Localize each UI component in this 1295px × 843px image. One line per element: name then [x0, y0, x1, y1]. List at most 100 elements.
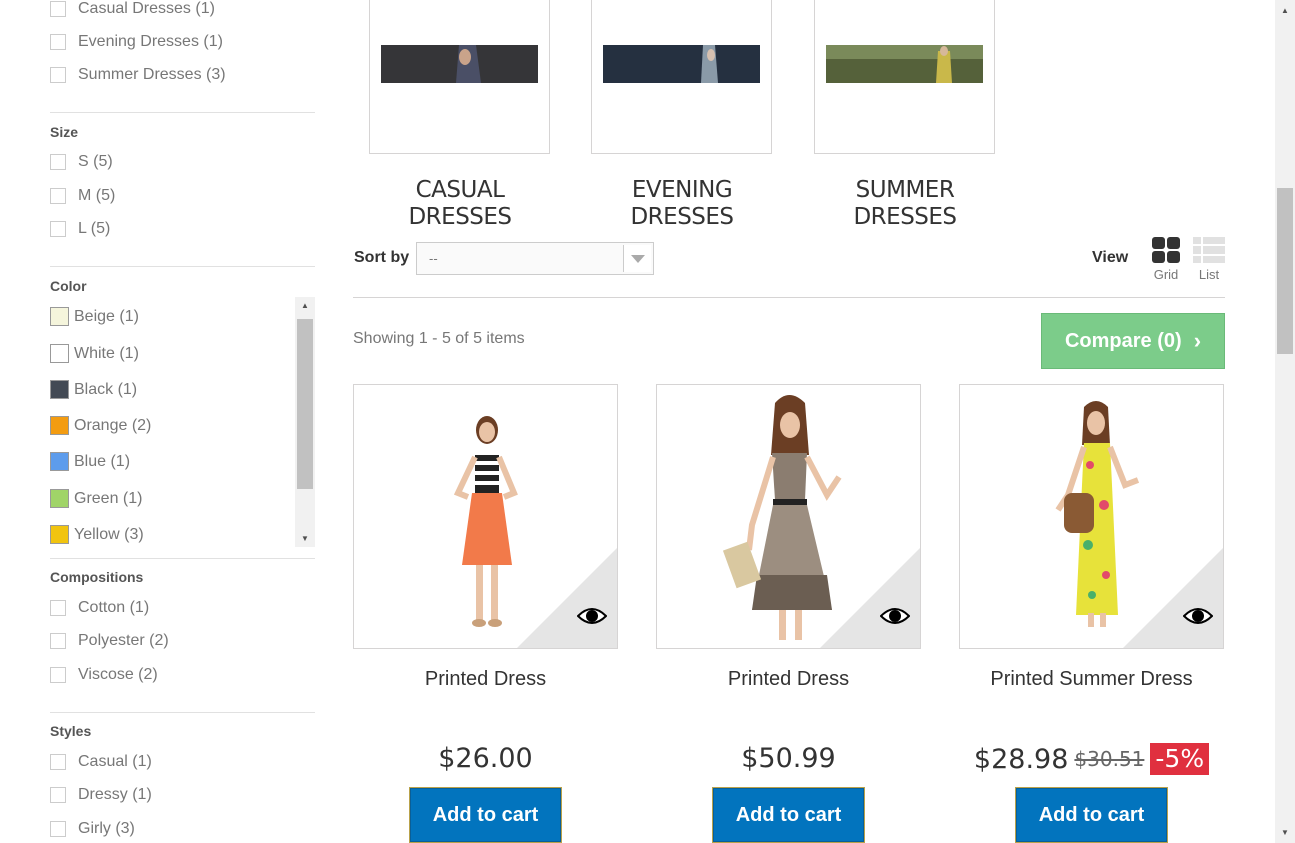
- filter-label: Evening Dresses (1): [78, 33, 223, 50]
- filter-label: White (1): [74, 344, 139, 362]
- eye-icon[interactable]: [880, 606, 910, 626]
- quick-view-corner[interactable]: [1123, 548, 1223, 648]
- filter-color-black[interactable]: Black (1): [50, 380, 137, 399]
- color-list-scrollbar[interactable]: ▲ ▼: [295, 297, 315, 547]
- filter-size-l[interactable]: L (5): [50, 220, 110, 238]
- checkbox[interactable]: [50, 154, 66, 170]
- checkbox[interactable]: [50, 667, 66, 683]
- filter-label: Black (1): [74, 380, 138, 398]
- filter-label: Green (1): [74, 489, 143, 507]
- checkbox[interactable]: [50, 1, 66, 17]
- product-image-3[interactable]: [959, 384, 1224, 649]
- add-to-cart-button-3[interactable]: Add to cart: [1015, 787, 1168, 843]
- color-swatch[interactable]: [50, 380, 69, 399]
- product-image-2[interactable]: [656, 384, 921, 649]
- filter-category-casual[interactable]: Casual Dresses (1): [50, 0, 215, 18]
- product-name-2[interactable]: Printed Dress: [656, 668, 921, 691]
- scrollbar-thumb[interactable]: [1277, 188, 1293, 354]
- scroll-down-arrow-icon[interactable]: ▼: [1275, 828, 1295, 837]
- color-swatch[interactable]: [50, 452, 69, 471]
- filter-composition-cotton[interactable]: Cotton (1): [50, 599, 149, 617]
- add-to-cart-button-1[interactable]: Add to cart: [409, 787, 562, 843]
- discount-badge: -5%: [1150, 743, 1210, 775]
- filter-size-m[interactable]: M (5): [50, 187, 115, 205]
- filter-color-white[interactable]: White (1): [50, 344, 139, 363]
- filter-color-blue[interactable]: Blue (1): [50, 452, 130, 471]
- add-to-cart-button-2[interactable]: Add to cart: [712, 787, 865, 843]
- subcategory-title-summer[interactable]: SUMMER DRESSES: [805, 177, 1005, 231]
- subcategory-title-line: SUMMER: [855, 177, 955, 203]
- subcategory-image-evening[interactable]: [591, 0, 772, 154]
- filter-category-summer[interactable]: Summer Dresses (3): [50, 66, 226, 84]
- view-list-label: List: [1198, 267, 1220, 282]
- color-swatch[interactable]: [50, 416, 69, 435]
- eye-icon[interactable]: [577, 606, 607, 626]
- subcategory-title-casual[interactable]: CASUAL DRESSES: [360, 177, 560, 231]
- color-swatch[interactable]: [50, 344, 69, 363]
- filter-composition-viscose[interactable]: Viscose (2): [50, 666, 158, 684]
- subcategory-image-summer[interactable]: [814, 0, 995, 154]
- checkbox[interactable]: [50, 754, 66, 770]
- product-name-1[interactable]: Printed Dress: [353, 668, 618, 691]
- page-scrollbar[interactable]: ▲ ▼: [1275, 0, 1295, 843]
- filter-label: Viscose (2): [78, 666, 158, 683]
- subcategory-title-line: CASUAL: [415, 177, 505, 203]
- color-swatch[interactable]: [50, 525, 69, 544]
- filter-label: Orange (2): [74, 416, 152, 434]
- scroll-up-arrow-icon[interactable]: ▲: [1275, 6, 1295, 15]
- checkbox[interactable]: [50, 67, 66, 83]
- sort-select[interactable]: --: [416, 242, 654, 275]
- filter-color-beige[interactable]: Beige (1): [50, 307, 139, 326]
- view-grid-button[interactable]: Grid: [1149, 237, 1183, 282]
- quick-view-corner[interactable]: [820, 548, 920, 648]
- product-image-1[interactable]: [353, 384, 618, 649]
- toolbar-divider: [353, 297, 1225, 298]
- view-list-button[interactable]: List: [1192, 237, 1226, 282]
- filter-color-green[interactable]: Green (1): [50, 489, 142, 508]
- filter-category-evening[interactable]: Evening Dresses (1): [50, 33, 223, 51]
- checkbox[interactable]: [50, 221, 66, 237]
- subcategory-title-evening[interactable]: EVENING DRESSES: [582, 177, 782, 231]
- filter-style-dressy[interactable]: Dressy (1): [50, 786, 152, 804]
- view-grid-label: Grid: [1153, 267, 1179, 282]
- chevron-right-icon: ›: [1193, 328, 1202, 353]
- grid-view-icon: [1152, 237, 1180, 263]
- color-swatch[interactable]: [50, 307, 69, 326]
- checkbox[interactable]: [50, 188, 66, 204]
- product-old-price: $30.51: [1074, 747, 1145, 771]
- compare-button[interactable]: Compare (0) ›: [1041, 313, 1225, 369]
- filter-size-s[interactable]: S (5): [50, 153, 113, 171]
- product-name-3[interactable]: Printed Summer Dress: [959, 668, 1224, 691]
- compositions-filter-title: Compositions: [50, 569, 144, 585]
- filter-composition-polyester[interactable]: Polyester (2): [50, 632, 169, 650]
- eye-icon[interactable]: [1183, 606, 1213, 626]
- list-view-icon: [1193, 237, 1225, 263]
- filter-color-yellow[interactable]: Yellow (3): [50, 525, 144, 544]
- color-filter-title: Color: [50, 278, 87, 294]
- scroll-down-arrow-icon[interactable]: ▼: [295, 534, 315, 543]
- checkbox[interactable]: [50, 787, 66, 803]
- filter-style-girly[interactable]: Girly (3): [50, 820, 135, 838]
- color-swatch[interactable]: [50, 489, 69, 508]
- filter-color-orange[interactable]: Orange (2): [50, 416, 151, 435]
- size-filter-title: Size: [50, 124, 79, 140]
- filter-style-casual[interactable]: Casual (1): [50, 753, 152, 771]
- scrollbar-thumb[interactable]: [297, 319, 313, 489]
- checkbox[interactable]: [50, 633, 66, 649]
- filter-label: Dressy (1): [78, 786, 152, 803]
- chevron-down-icon[interactable]: [623, 245, 651, 272]
- product-price-row-2: $50.99: [656, 743, 921, 774]
- product-price-row-1: $26.00: [353, 743, 618, 774]
- filter-label: S (5): [78, 153, 113, 170]
- checkbox[interactable]: [50, 600, 66, 616]
- filter-label: Cotton (1): [78, 599, 150, 616]
- checkbox[interactable]: [50, 821, 66, 837]
- subcategory-banner-image: [826, 45, 983, 83]
- divider: [50, 112, 315, 113]
- quick-view-corner[interactable]: [517, 548, 617, 648]
- subcategory-image-casual[interactable]: [369, 0, 550, 154]
- scroll-up-arrow-icon[interactable]: ▲: [295, 301, 315, 310]
- filter-label: L (5): [78, 220, 111, 237]
- checkbox[interactable]: [50, 34, 66, 50]
- filter-label: M (5): [78, 187, 116, 204]
